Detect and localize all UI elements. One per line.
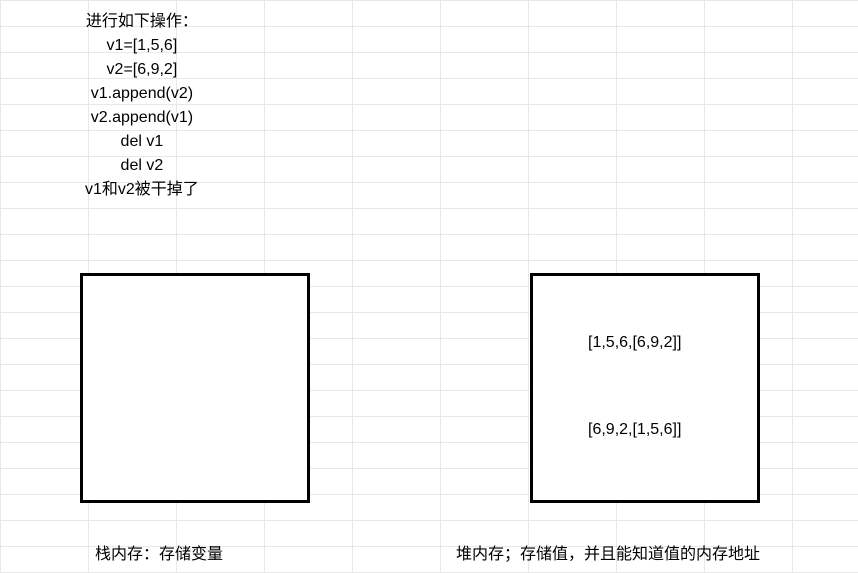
heap-box: [1,5,6,[6,9,2]] [6,9,2,[1,5,6]] (530, 273, 760, 503)
code-line-2: v2=[6,9,2] (85, 58, 199, 82)
code-line-1: v1=[1,5,6] (85, 34, 199, 58)
code-line-5: del v1 (85, 130, 199, 154)
stack-box (80, 273, 310, 503)
code-line-4: v2.append(v1) (85, 106, 199, 130)
heap-caption: 堆内存；存储值，并且能知道值的内存地址 (456, 540, 760, 564)
code-line-3: v1.append(v2) (85, 82, 199, 106)
code-line-6: del v2 (85, 154, 199, 178)
code-block: 进行如下操作： v1=[1,5,6] v2=[6,9,2] v1.append(… (85, 10, 199, 202)
stack-caption: 栈内存：存储变量 (95, 540, 223, 564)
code-title: 进行如下操作： (85, 10, 199, 34)
heap-value-1: [1,5,6,[6,9,2]] (588, 334, 681, 352)
heap-value-2: [6,9,2,[1,5,6]] (588, 421, 681, 439)
code-line-7: v1和v2被干掉了 (85, 178, 199, 202)
